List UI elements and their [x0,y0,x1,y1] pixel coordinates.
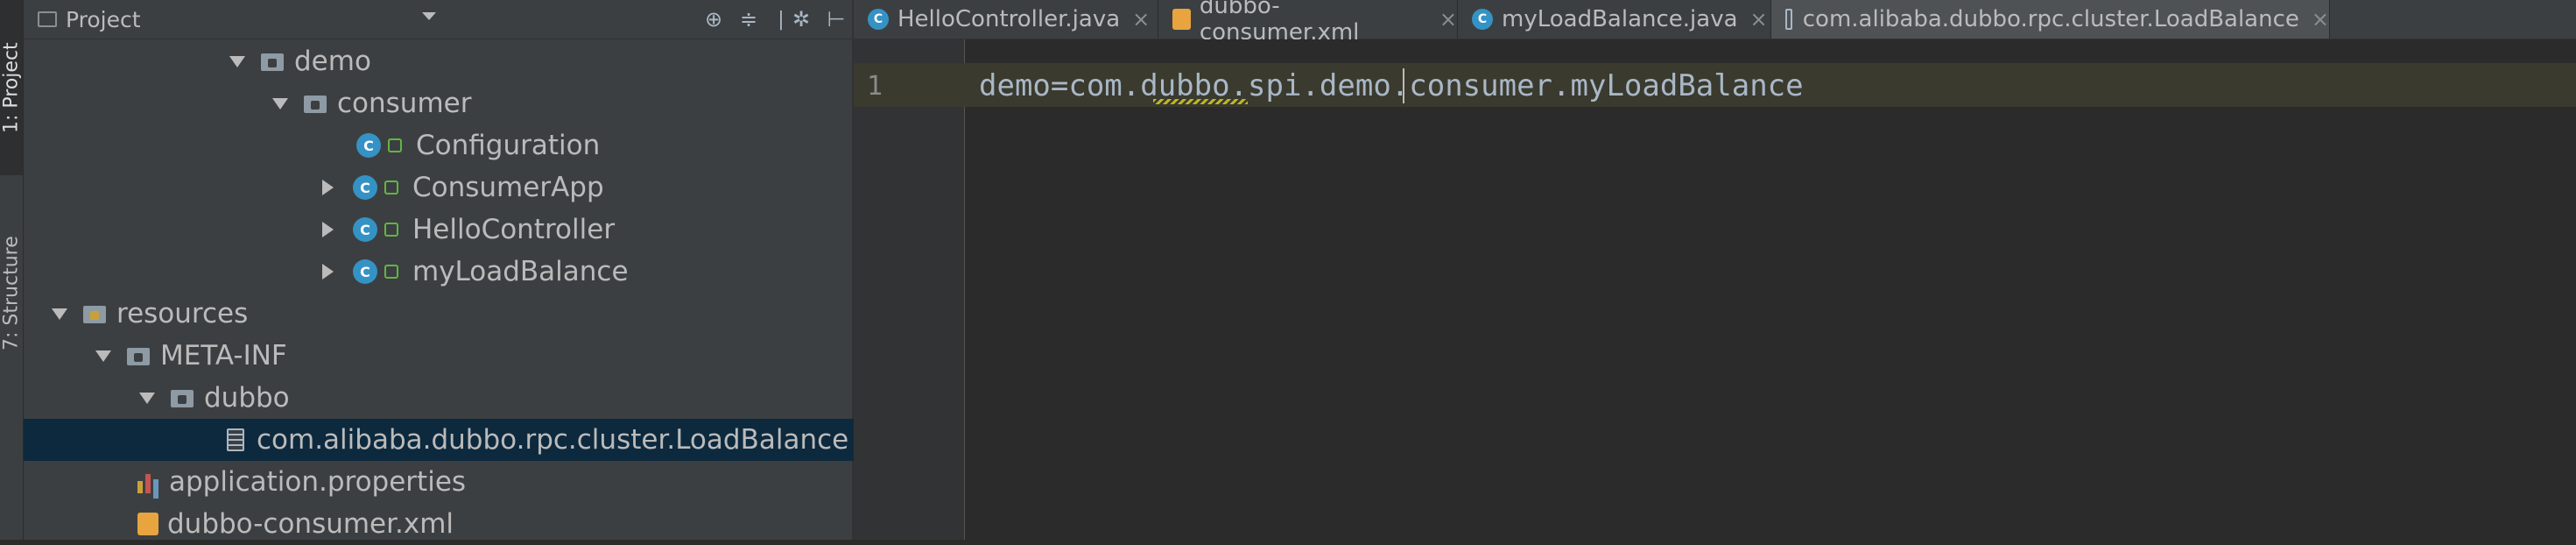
class-icon: C [353,217,377,242]
expand-arrow-icon[interactable] [272,97,288,110]
package-folder-icon [261,52,284,71]
tree-item-label: Configuration [416,130,601,161]
text-file-icon [227,428,244,451]
code-editor[interactable] [965,39,2576,540]
tree-item-dubbo-consumer-xml[interactable]: dubbo-consumer.xml [24,503,966,545]
hide-panel-icon[interactable]: ⊢ [824,7,848,32]
class-icon: C [1472,9,1493,30]
close-icon[interactable]: × [1132,7,1150,32]
project-folder-icon [38,11,57,27]
tree-item-label: com.alibaba.dubbo.rpc.cluster.LoadBalanc… [257,424,849,456]
text-caret [1403,68,1404,103]
tree-item-resources[interactable]: resources [24,293,880,335]
tree-item-label: dubbo [204,382,290,414]
tree-item-label: application.properties [169,466,467,498]
tab-loadbalance-file[interactable]: com.alibaba.dubbo.rpc.cluster.LoadBalanc… [1771,0,2330,39]
tree-item-label: myLoadBalance [412,256,629,287]
folder-icon [171,388,194,407]
editor-gutter [854,39,965,540]
properties-file-icon [137,471,160,493]
folder-icon [127,346,150,365]
tree-item-dubbo[interactable]: dubbo [24,377,968,419]
code-line[interactable]: demo=com.dubbo.spi.demo.consumer.myLoadB… [979,67,1804,105]
collapse-arrow-icon[interactable] [322,222,334,237]
tab-label: HelloController.java [897,6,1121,32]
close-icon[interactable]: × [2312,7,2329,32]
tab-label: myLoadBalance.java [1502,6,1738,32]
project-panel-title: Project [66,6,141,32]
gear-icon[interactable]: ✲ [789,7,813,32]
expand-arrow-icon[interactable] [139,392,155,404]
structure-tool-tab[interactable]: 7: Structure [0,210,23,377]
tree-item-meta-inf[interactable]: META-INF [24,335,924,377]
tree-item-label: dubbo-consumer.xml [167,508,454,540]
package-folder-icon [304,94,327,113]
separator: | [778,8,785,31]
class-icon: C [353,259,377,284]
line-number: 1 [867,70,883,102]
editor-tab-bar: C HelloController.java × dubbo-consumer.… [854,0,2576,46]
class-icon: C [356,133,381,158]
crosshair-icon[interactable]: ⊕ [701,7,726,32]
tree-item-label: ConsumerApp [412,172,604,203]
spelling-squiggle [1153,99,1248,104]
xml-file-icon [1172,9,1191,30]
expand-arrow-icon[interactable] [52,308,67,320]
project-panel: Project ⊕ ≑ | ✲ ⊢ demo consumer C Config… [24,0,1055,540]
tab-label: com.alibaba.dubbo.rpc.cluster.LoadBalanc… [1802,6,2299,32]
text-file-icon [1785,9,1792,30]
tree-item-label: consumer [337,88,472,119]
collapse-arrow-icon[interactable] [322,180,334,195]
tool-window-strip: 1: Project 7: Structure [0,0,24,540]
tree-item-label: HelloController [412,214,616,245]
resources-folder-icon [83,304,106,323]
access-icon [384,265,398,279]
access-icon [384,223,398,237]
expand-arrow-icon[interactable] [229,55,245,67]
close-icon[interactable]: × [1750,7,1768,32]
project-view-selector[interactable]: Project [38,6,141,32]
class-icon: C [868,9,889,30]
access-icon [384,180,398,195]
project-panel-header: Project ⊕ ≑ | ✲ ⊢ [24,0,852,39]
tree-item-label: demo [294,46,371,77]
access-icon [388,138,402,152]
collapse-icon[interactable]: ≑ [736,7,761,32]
project-tool-tab[interactable]: 1: Project [0,0,23,175]
structure-tool-tab-label: 7: Structure [0,236,23,351]
class-icon: C [353,175,377,200]
expand-arrow-icon[interactable] [95,350,111,362]
tree-item-application-properties[interactable]: application.properties [24,461,966,503]
collapse-arrow-icon[interactable] [322,264,334,280]
project-tool-tab-label: 1: Project [0,42,23,133]
tab-myloadbalance[interactable]: C myLoadBalance.java × [1458,0,1771,39]
tab-hellocontroller[interactable]: C HelloController.java × [854,0,1158,39]
tab-dubbo-consumer-xml[interactable]: dubbo-consumer.xml × [1158,0,1458,46]
tree-item-label: resources [116,298,249,329]
tree-item-label: META-INF [160,340,287,372]
close-icon[interactable]: × [1439,7,1457,32]
xml-file-icon [137,513,158,535]
chevron-down-icon[interactable] [422,12,436,20]
